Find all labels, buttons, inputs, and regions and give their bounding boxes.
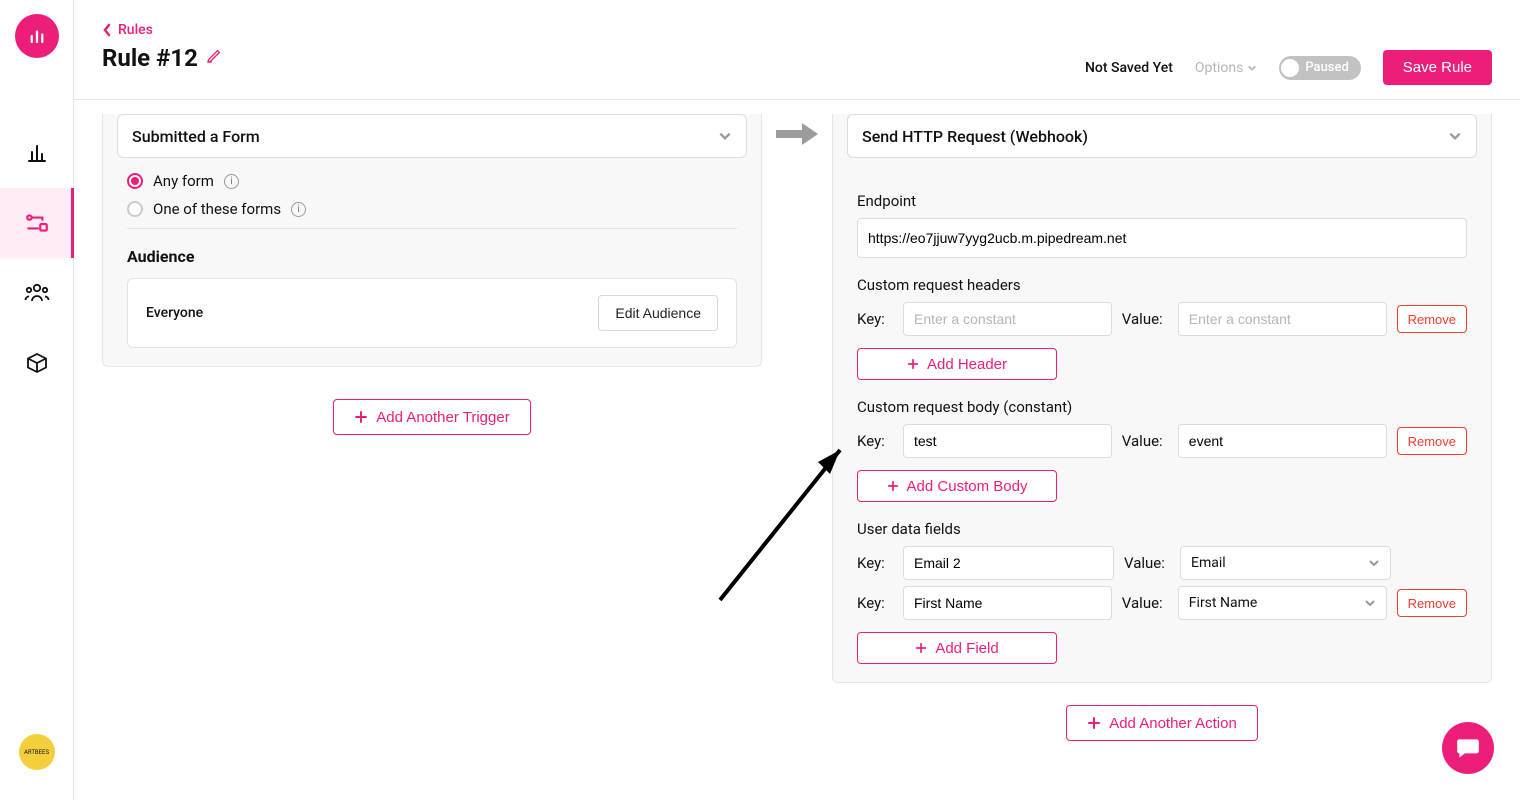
plus-icon	[907, 358, 919, 370]
toggle-knob	[1281, 59, 1299, 77]
radio-any-label: Any form	[153, 172, 214, 190]
remove-header-button[interactable]: Remove	[1397, 305, 1467, 333]
body-key-input[interactable]	[903, 424, 1112, 458]
chevron-down-icon	[1364, 597, 1376, 609]
info-icon[interactable]: i	[224, 174, 239, 189]
chevron-down-icon	[1368, 557, 1380, 569]
plus-icon	[354, 410, 368, 424]
options-label: Options	[1195, 60, 1243, 76]
add-trigger-button[interactable]: Add Another Trigger	[333, 399, 530, 435]
body-heading: Custom request body (constant)	[857, 398, 1467, 416]
page-title: Rule #12	[102, 44, 198, 72]
chevron-left-icon	[102, 23, 112, 37]
header-key-input[interactable]	[903, 302, 1112, 336]
key-label: Key:	[857, 594, 893, 612]
plus-icon	[1087, 716, 1101, 730]
add-field-label: Add Field	[935, 640, 998, 657]
header-value-input[interactable]	[1178, 302, 1387, 336]
add-field-button[interactable]: Add Field	[857, 632, 1057, 664]
chevron-down-icon	[1448, 129, 1462, 143]
trigger-type-select[interactable]: Submitted a Form	[117, 114, 747, 158]
bar-chart-icon	[25, 141, 49, 165]
key-label: Key:	[857, 432, 893, 450]
audience-heading: Audience	[127, 247, 737, 266]
user-field-key-input[interactable]	[903, 546, 1114, 580]
breadcrumb-label: Rules	[118, 22, 153, 38]
header: Rules Rule #12 Not Saved Yet Options	[74, 0, 1520, 100]
body-value-input[interactable]	[1178, 424, 1387, 458]
status-toggle[interactable]: Paused	[1279, 56, 1360, 80]
sidebar: ARTBEES	[0, 0, 74, 800]
nav-people[interactable]	[0, 258, 74, 328]
user-field-key-input[interactable]	[903, 586, 1112, 620]
audience-box: Everyone Edit Audience	[127, 278, 737, 348]
edit-title-button[interactable]	[206, 48, 222, 68]
options-menu[interactable]: Options	[1195, 60, 1257, 76]
chevron-down-icon	[718, 129, 732, 143]
radio-one-of-forms[interactable]: One of these forms i	[127, 200, 737, 218]
headers-heading: Custom request headers	[857, 276, 1467, 294]
app-logo[interactable]	[15, 14, 59, 58]
user-field-value-select[interactable]: First Name	[1178, 586, 1387, 620]
audience-value: Everyone	[146, 305, 203, 321]
value-label: Value:	[1124, 554, 1170, 572]
add-action-button[interactable]: Add Another Action	[1066, 705, 1258, 741]
trigger-panel: Submitted a Form Any form i One of these…	[102, 114, 762, 367]
endpoint-input[interactable]	[857, 218, 1467, 258]
key-label: Key:	[857, 554, 893, 572]
add-header-label: Add Header	[927, 356, 1007, 373]
flow-arrow	[762, 100, 832, 763]
plus-icon	[915, 642, 927, 654]
plus-icon	[887, 480, 899, 492]
chevron-down-icon	[1247, 63, 1257, 73]
arrow-right-icon	[776, 120, 818, 148]
remove-body-button[interactable]: Remove	[1397, 427, 1467, 455]
artbees-label: ARTBEES	[24, 749, 49, 756]
add-action-label: Add Another Action	[1109, 715, 1237, 732]
trigger-type-label: Submitted a Form	[132, 127, 260, 146]
automation-icon	[24, 210, 50, 236]
radio-one-label: One of these forms	[153, 200, 281, 218]
add-body-label: Add Custom Body	[907, 478, 1028, 495]
remove-field-button[interactable]: Remove	[1397, 589, 1467, 617]
artbees-badge[interactable]: ARTBEES	[19, 734, 55, 770]
people-icon	[24, 281, 50, 305]
add-body-button[interactable]: Add Custom Body	[857, 470, 1057, 502]
user-field-value-select[interactable]: Email	[1180, 546, 1391, 580]
edit-audience-button[interactable]: Edit Audience	[598, 295, 718, 331]
pencil-icon	[206, 48, 222, 64]
add-trigger-label: Add Another Trigger	[376, 409, 509, 426]
select-value: Email	[1191, 555, 1226, 571]
chat-icon	[1455, 735, 1481, 761]
nav-products[interactable]	[0, 328, 74, 398]
info-icon[interactable]: i	[291, 202, 306, 217]
nav-rules[interactable]	[0, 188, 74, 258]
breadcrumb[interactable]: Rules	[102, 22, 222, 38]
nav-analytics[interactable]	[0, 118, 74, 188]
select-value: First Name	[1189, 595, 1257, 611]
user-fields-heading: User data fields	[857, 520, 1467, 538]
radio-any-form[interactable]: Any form i	[127, 172, 737, 190]
toggle-label: Paused	[1305, 60, 1348, 75]
radio-icon	[127, 201, 143, 217]
value-label: Value:	[1122, 432, 1168, 450]
value-label: Value:	[1122, 594, 1168, 612]
radio-icon	[127, 173, 143, 189]
box-icon	[25, 351, 49, 375]
action-type-label: Send HTTP Request (Webhook)	[862, 127, 1088, 146]
add-header-button[interactable]: Add Header	[857, 348, 1057, 380]
action-panel: Send HTTP Request (Webhook) Endpoint Cus…	[832, 114, 1492, 683]
action-type-select[interactable]: Send HTTP Request (Webhook)	[847, 114, 1477, 158]
save-rule-button[interactable]: Save Rule	[1383, 50, 1492, 85]
chat-fab[interactable]	[1442, 722, 1494, 774]
save-status: Not Saved Yet	[1085, 60, 1173, 76]
endpoint-label: Endpoint	[857, 192, 1467, 210]
value-label: Value:	[1122, 310, 1168, 328]
key-label: Key:	[857, 310, 893, 328]
bar-chart-icon	[28, 27, 46, 45]
